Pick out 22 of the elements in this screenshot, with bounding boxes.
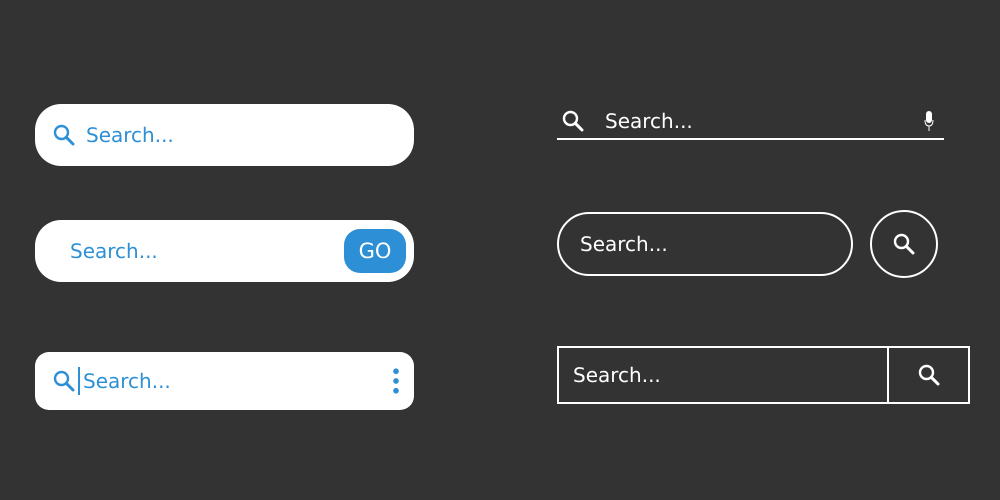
search-bar[interactable]: Search... bbox=[35, 352, 414, 410]
search-input[interactable]: Search... bbox=[86, 123, 414, 147]
search-input[interactable]: Search... bbox=[70, 239, 344, 263]
microphone-icon[interactable] bbox=[924, 111, 934, 131]
search-bar[interactable]: Search... bbox=[557, 212, 853, 276]
text-cursor bbox=[78, 367, 80, 395]
search-icon bbox=[561, 109, 585, 133]
search-icon bbox=[916, 363, 940, 387]
search-bar[interactable]: Search... bbox=[557, 346, 970, 404]
search-bar[interactable]: Search... GO bbox=[35, 220, 414, 282]
search-bar[interactable]: Search... bbox=[35, 104, 414, 166]
search-icon bbox=[892, 232, 916, 256]
go-button[interactable]: GO bbox=[344, 229, 406, 273]
search-input[interactable]: Search... bbox=[605, 109, 904, 133]
search-input[interactable]: Search... bbox=[580, 232, 851, 256]
search-button[interactable] bbox=[870, 210, 938, 278]
search-icon bbox=[52, 369, 76, 393]
more-icon[interactable] bbox=[392, 368, 400, 394]
search-input[interactable]: Search... bbox=[83, 369, 392, 393]
search-icon bbox=[52, 123, 76, 147]
search-bar[interactable]: Search... bbox=[557, 108, 944, 140]
search-input[interactable]: Search... bbox=[573, 363, 887, 387]
